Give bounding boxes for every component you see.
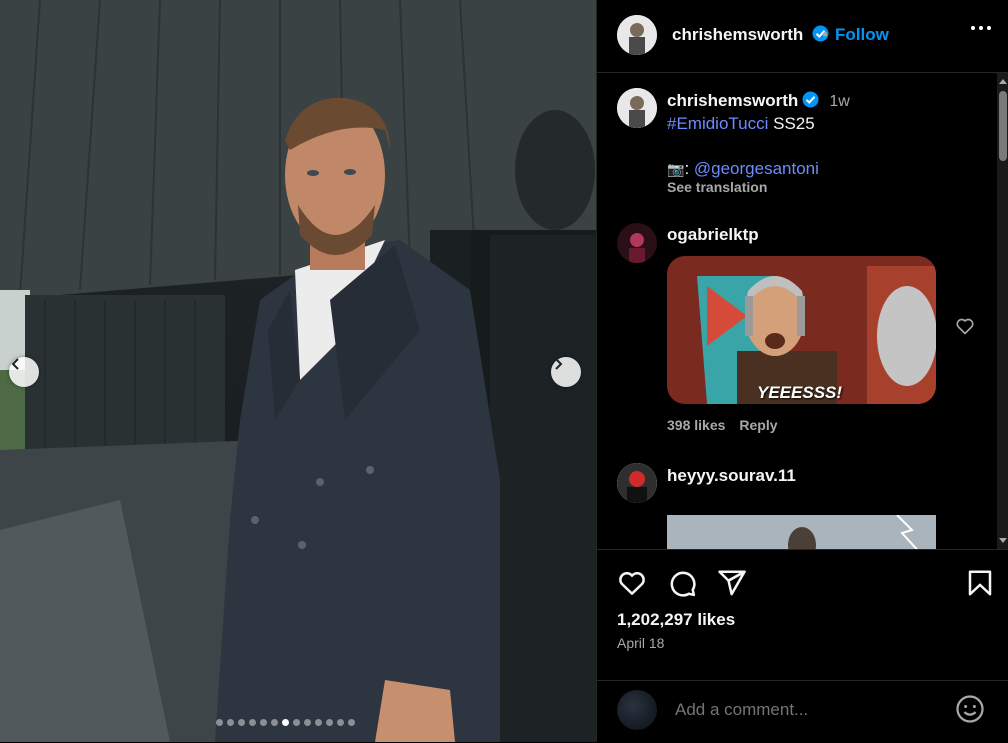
emoji-icon — [956, 695, 984, 723]
carousel-dot — [249, 719, 256, 726]
comment-meta: 398 likes Reply — [667, 417, 792, 433]
previous-photo-button[interactable] — [9, 357, 39, 387]
post-photo[interactable] — [0, 0, 596, 742]
carousel-dot — [326, 719, 333, 726]
author-avatar[interactable] — [617, 15, 657, 55]
carousel-dot — [304, 719, 311, 726]
more-options-icon[interactable] — [971, 26, 991, 30]
post-details-panel: chrishemsworth • Follow chrishemsworth 1… — [596, 0, 1008, 742]
carousel-dot — [238, 719, 245, 726]
emoji-picker-button[interactable] — [955, 694, 985, 729]
caption-time: 1w — [829, 93, 850, 110]
like-button[interactable] — [617, 568, 647, 603]
post-date[interactable]: April 18 — [617, 635, 664, 651]
comment-gif[interactable]: YEEESSS! — [667, 256, 936, 404]
comment-button[interactable] — [667, 568, 697, 603]
comment-like-button[interactable] — [955, 316, 975, 341]
caption-credit: 📷: @georgesantoni — [667, 159, 819, 179]
caption-avatar-image — [617, 88, 657, 128]
carousel-dot — [282, 719, 289, 726]
chevron-right-icon — [555, 358, 563, 370]
gif-caption-text: YEEESSS! — [757, 383, 843, 402]
current-user-avatar — [617, 690, 657, 730]
carousel-dot — [271, 719, 278, 726]
separator-dot: • — [822, 25, 828, 44]
carousel-dot — [315, 719, 322, 726]
chevron-left-icon — [11, 358, 19, 370]
carousel-dot — [216, 719, 223, 726]
gif-image — [667, 256, 936, 404]
author-avatar-image — [617, 15, 657, 55]
follow-button[interactable]: Follow — [835, 25, 889, 45]
add-comment-input[interactable] — [673, 699, 937, 721]
commenter-avatar-image — [617, 223, 657, 263]
caption-hashtag[interactable]: #EmidioTucci — [667, 114, 768, 133]
author-username[interactable]: chrishemsworth — [672, 25, 829, 45]
caption-header: chrishemsworth 1w — [667, 91, 850, 111]
heart-icon — [619, 572, 645, 595]
post-header: chrishemsworth • Follow — [597, 0, 1008, 73]
credit-mention[interactable]: @georgesantoni — [694, 159, 819, 178]
camera-emoji-icon: 📷 — [667, 161, 685, 177]
commenter-avatar-image — [617, 463, 657, 503]
likes-count[interactable]: 1,202,297 likes — [617, 610, 735, 630]
caption-text: #EmidioTucci SS25 — [667, 114, 815, 134]
reply-button[interactable]: Reply — [739, 417, 777, 433]
commenter-avatar[interactable] — [617, 223, 657, 263]
comment-username[interactable]: ogabrielktp — [667, 225, 759, 245]
verified-badge-icon — [802, 91, 819, 108]
comment-image-preview — [667, 515, 936, 549]
commenter-avatar[interactable] — [617, 463, 657, 503]
comment-image[interactable] — [667, 515, 936, 549]
see-translation-link[interactable]: See translation — [667, 179, 767, 195]
carousel-dot — [337, 719, 344, 726]
caption-avatar[interactable] — [617, 88, 657, 128]
caption-username[interactable]: chrishemsworth — [667, 91, 798, 110]
next-photo-button[interactable] — [551, 357, 581, 387]
credit-prefix: : — [684, 159, 694, 178]
comment-icon — [670, 571, 696, 597]
post-modal: chrishemsworth • Follow chrishemsworth 1… — [0, 0, 1008, 742]
bookmark-icon — [968, 570, 992, 596]
heart-icon — [956, 318, 974, 335]
save-button[interactable] — [965, 568, 995, 603]
carousel-dot — [293, 719, 300, 726]
caption-text-suffix: SS25 — [768, 114, 815, 133]
comments-list[interactable]: chrishemsworth 1w #EmidioTucci SS25 📷: @… — [597, 73, 997, 549]
comment-username[interactable]: heyyy.sourav.11 — [667, 466, 796, 486]
author-username-text[interactable]: chrishemsworth — [672, 25, 803, 44]
comment-likes-count[interactable]: 398 likes — [667, 417, 725, 433]
share-button[interactable] — [717, 568, 747, 603]
carousel-dot — [227, 719, 234, 726]
carousel-indicator — [216, 719, 355, 726]
comments-scrollbar[interactable] — [997, 73, 1008, 549]
portrait-image — [0, 0, 596, 742]
carousel-dot — [348, 719, 355, 726]
share-icon — [718, 570, 746, 596]
carousel-dot — [260, 719, 267, 726]
